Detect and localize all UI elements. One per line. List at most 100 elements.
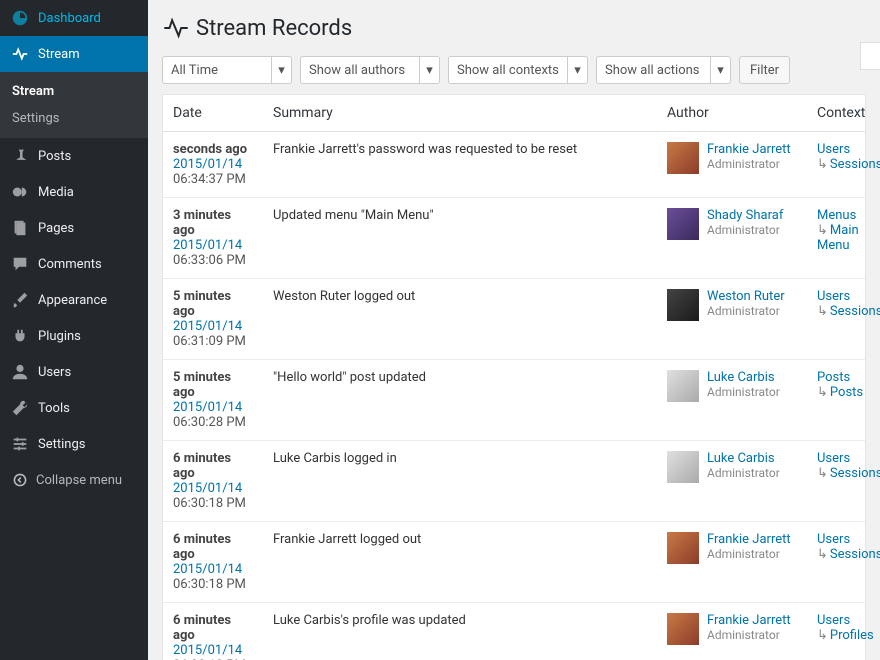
submenu-item-stream[interactable]: Stream <box>0 78 148 105</box>
date-link[interactable]: 2015/01/14 <box>173 481 253 496</box>
context-link[interactable]: Posts <box>817 370 855 385</box>
context-sub[interactable]: ↳Main Menu <box>817 223 855 253</box>
filter-authors-label: Show all authors <box>309 63 405 78</box>
table-row: 6 minutes ago2015/01/1406:30:18 PMFranki… <box>163 522 865 603</box>
context-sub[interactable]: ↳Sessions <box>817 304 855 319</box>
sidebar-item-dashboard[interactable]: Dashboard <box>0 0 148 36</box>
context-link[interactable]: Users <box>817 532 855 547</box>
cell-context: Users↳Profiles <box>807 613 865 660</box>
author-link[interactable]: Frankie Jarrett <box>707 142 791 157</box>
page-title: Stream Records <box>196 16 352 41</box>
filter-button[interactable]: Filter <box>739 56 790 84</box>
col-context[interactable]: Context <box>807 95 865 131</box>
sidebar-item-stream[interactable]: Stream <box>0 36 148 72</box>
sidebar-item-pages[interactable]: Pages <box>0 210 148 246</box>
context-link[interactable]: Users <box>817 451 855 466</box>
sidebar-label: Stream <box>38 47 80 62</box>
date-link[interactable]: 2015/01/14 <box>173 238 253 253</box>
sidebar-item-appearance[interactable]: Appearance <box>0 282 148 318</box>
context-link[interactable]: Menus <box>817 208 855 223</box>
sidebar-item-plugins[interactable]: Plugins <box>0 318 148 354</box>
cell-date: 6 minutes ago2015/01/1406:30:18 PM <box>163 451 263 511</box>
filter-time-label: All Time <box>171 63 218 78</box>
cell-author: Luke CarbisAdministrator <box>657 370 807 430</box>
table-row: 5 minutes ago2015/01/1406:30:28 PM"Hello… <box>163 360 865 441</box>
table-row: 6 minutes ago2015/01/1406:30:18 PM Luke C… <box>163 441 865 522</box>
admin-sidebar: Dashboard Stream Stream Settings Posts M… <box>0 0 148 660</box>
collapse-menu[interactable]: Collapse menu <box>0 462 148 498</box>
filter-authors[interactable]: Show all authors ▾ <box>300 56 440 84</box>
avatar[interactable] <box>667 451 699 483</box>
date-link[interactable]: 2015/01/14 <box>173 400 253 415</box>
cell-author: Frankie JarrettAdministrator <box>657 613 807 660</box>
cell-context: Users↳Sessions <box>807 451 865 511</box>
date-relative: 5 minutes ago <box>173 370 253 400</box>
sidebar-item-media[interactable]: Media <box>0 174 148 210</box>
author-link[interactable]: Luke Carbis <box>707 370 780 385</box>
avatar[interactable] <box>667 613 699 645</box>
sidebar-label: Posts <box>38 149 71 164</box>
author-link[interactable]: Shady Sharaf <box>707 208 783 223</box>
sidebar-item-posts[interactable]: Posts <box>0 138 148 174</box>
avatar[interactable] <box>667 532 699 564</box>
sidebar-label: Appearance <box>38 293 107 308</box>
cell-context: Users↳Sessions <box>807 532 865 592</box>
context-link[interactable]: Users <box>817 142 855 157</box>
context-sub[interactable]: ↳Profiles <box>817 628 855 643</box>
sidebar-item-users[interactable]: Users <box>0 354 148 390</box>
submenu-item-settings[interactable]: Settings <box>0 105 148 132</box>
avatar[interactable] <box>667 142 699 174</box>
date-relative: 6 minutes ago <box>173 532 253 562</box>
cell-context: Users↳Sessions <box>807 142 865 187</box>
author-link[interactable]: Weston Ruter <box>707 289 785 304</box>
search-input[interactable] <box>860 42 880 70</box>
avatar[interactable] <box>667 370 699 402</box>
col-summary[interactable]: Summary <box>263 95 657 131</box>
date-link[interactable]: 2015/01/14 <box>173 562 253 577</box>
col-date[interactable]: Date <box>163 95 263 131</box>
date-time: 06:30:18 PM <box>173 577 253 592</box>
context-sub[interactable]: ↳Posts <box>817 385 855 400</box>
col-author[interactable]: Author <box>657 95 807 131</box>
cell-summary: Weston Ruter logged out <box>263 289 657 349</box>
cell-context: Posts↳Posts <box>807 370 865 430</box>
context-sub[interactable]: ↳Sessions <box>817 547 855 562</box>
cell-date: 6 minutes ago2015/01/1406:30:18 PM <box>163 532 263 592</box>
sidebar-item-settings[interactable]: Settings <box>0 426 148 462</box>
stream-header-icon <box>162 14 190 42</box>
sidebar-item-tools[interactable]: Tools <box>0 390 148 426</box>
avatar[interactable] <box>667 289 699 321</box>
dashboard-icon <box>10 8 30 28</box>
filter-contexts[interactable]: Show all contexts ▾ <box>448 56 588 84</box>
cell-author: Luke CarbisAdministrator <box>657 451 807 511</box>
table-header: Date Summary Author Context <box>163 95 865 132</box>
date-time: 06:33:06 PM <box>173 253 253 268</box>
author-info: Weston RuterAdministrator <box>707 289 785 318</box>
context-sub[interactable]: ↳Sessions <box>817 157 855 172</box>
table-row: 3 minutes ago2015/01/1406:33:06 PMUpdate… <box>163 198 865 279</box>
main-content: Stream Records All Time ▾ Show all autho… <box>148 0 880 660</box>
records-table: Date Summary Author Context seconds ago2… <box>162 94 866 660</box>
date-link[interactable]: 2015/01/14 <box>173 643 253 658</box>
context-sub[interactable]: ↳Sessions <box>817 466 855 481</box>
date-time: 06:31:09 PM <box>173 334 253 349</box>
author-info: Shady SharafAdministrator <box>707 208 783 237</box>
date-time: 06:30:28 PM <box>173 415 253 430</box>
plug-icon <box>10 326 30 346</box>
author-link[interactable]: Luke Carbis <box>707 451 780 466</box>
context-link[interactable]: Users <box>817 613 855 628</box>
comment-icon <box>10 254 30 274</box>
sidebar-item-comments[interactable]: Comments <box>0 246 148 282</box>
avatar[interactable] <box>667 208 699 240</box>
date-link[interactable]: 2015/01/14 <box>173 319 253 334</box>
filter-time[interactable]: All Time ▾ <box>162 56 292 84</box>
date-relative: seconds ago <box>173 142 253 157</box>
author-link[interactable]: Frankie Jarrett <box>707 532 791 547</box>
cell-summary: Frankie Jarrett logged out <box>263 532 657 592</box>
filter-actions[interactable]: Show all actions ▾ <box>596 56 731 84</box>
sidebar-label: Settings <box>38 437 85 452</box>
context-link[interactable]: Users <box>817 289 855 304</box>
author-role: Administrator <box>707 466 780 480</box>
author-link[interactable]: Frankie Jarrett <box>707 613 791 628</box>
date-link[interactable]: 2015/01/14 <box>173 157 253 172</box>
